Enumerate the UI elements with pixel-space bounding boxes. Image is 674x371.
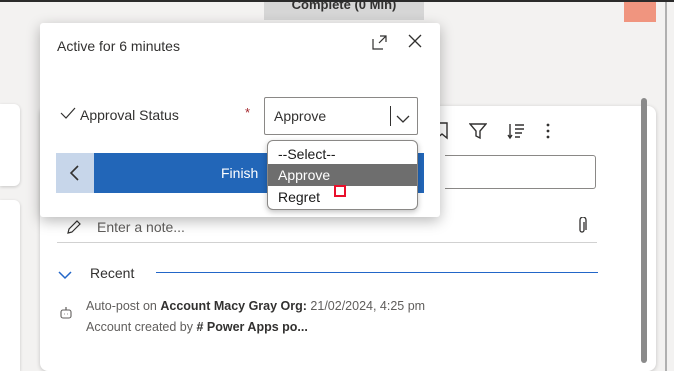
- sort-icon[interactable]: [507, 122, 525, 140]
- page-scrollbar[interactable]: [665, 2, 667, 371]
- recent-section-header[interactable]: Recent: [58, 264, 598, 282]
- approval-status-select[interactable]: Approve: [264, 97, 418, 135]
- option-approve[interactable]: Approve: [268, 164, 417, 186]
- stage-header[interactable]: Complete (0 Min): [264, 2, 424, 20]
- chevron-down-icon[interactable]: [58, 267, 72, 285]
- recent-divider: [156, 272, 598, 273]
- robot-icon: [60, 306, 72, 325]
- paperclip-icon[interactable]: [577, 216, 587, 240]
- more-icon[interactable]: [545, 122, 551, 140]
- note-placeholder: Enter a note...: [97, 219, 185, 235]
- approval-status-value: Approve: [274, 108, 327, 124]
- chevron-down-icon[interactable]: [396, 111, 410, 129]
- post-creator[interactable]: # Power Apps po...: [196, 320, 307, 334]
- click-target-marker: [334, 185, 346, 197]
- left-card: [0, 104, 20, 186]
- post-prefix: Auto-post on: [86, 299, 161, 313]
- approval-status-label: Approval Status: [80, 107, 179, 123]
- post-record-link[interactable]: Account Macy Gray Org:: [160, 299, 307, 313]
- post-detail-prefix: Account created by: [86, 320, 197, 334]
- post-detail: Account created by # Power Apps po...: [86, 320, 308, 334]
- stage-header-label: Complete (0 Min): [291, 2, 397, 12]
- timeline-scrollbar[interactable]: [641, 98, 647, 363]
- recent-label: Recent: [90, 265, 135, 281]
- option-select[interactable]: --Select--: [268, 143, 417, 165]
- expand-icon[interactable]: [371, 33, 389, 56]
- timeline-toolbar: [435, 122, 551, 140]
- check-icon: [60, 106, 76, 124]
- chevron-left-icon: [69, 165, 79, 181]
- orange-header-block: [624, 2, 656, 22]
- post-summary: Auto-post on Account Macy Gray Org: 21/0…: [86, 299, 425, 313]
- close-icon[interactable]: [407, 33, 423, 54]
- post-timestamp: 21/02/2024, 4:25 pm: [310, 299, 426, 313]
- finish-label: Finish: [221, 165, 259, 181]
- timeline-search-input[interactable]: [445, 155, 596, 189]
- approval-status-options: --Select-- Approve Regret: [267, 140, 418, 210]
- required-marker: *: [245, 105, 251, 120]
- flyout-title: Active for 6 minutes: [57, 38, 180, 54]
- back-button[interactable]: [56, 153, 94, 193]
- filter-icon[interactable]: [469, 122, 487, 140]
- select-divider: [390, 106, 391, 126]
- pencil-icon: [67, 220, 81, 239]
- left-card: [0, 200, 20, 371]
